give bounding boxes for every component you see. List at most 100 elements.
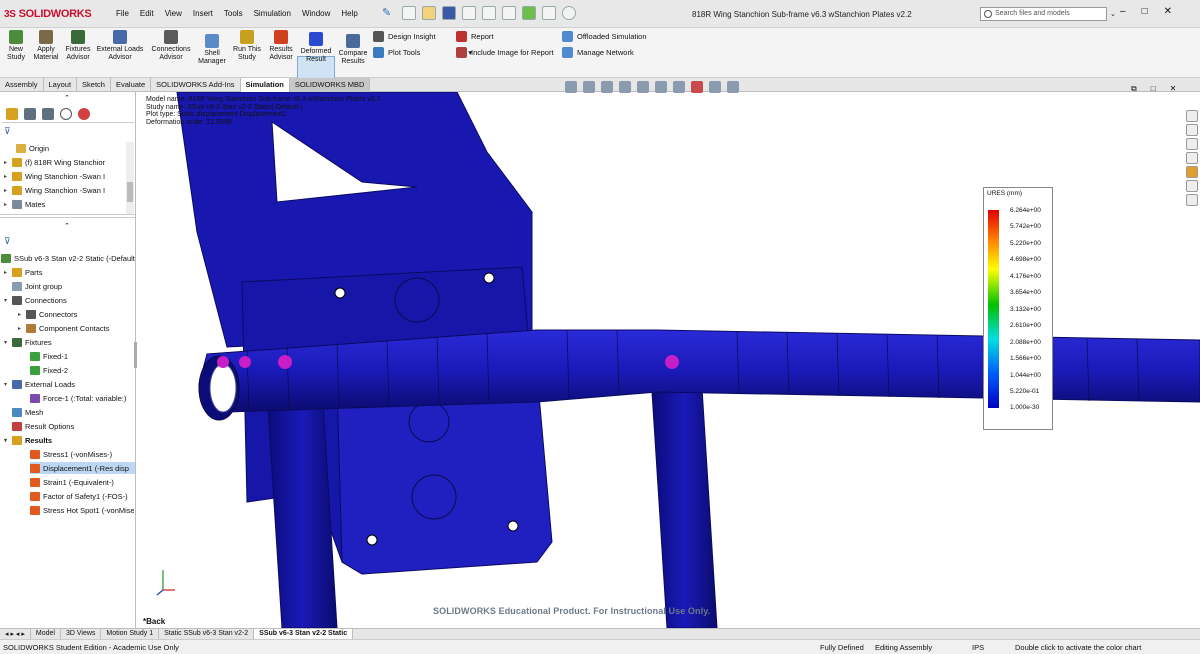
tab-solidworks-add-ins[interactable]: SOLIDWORKS Add-Ins <box>151 78 241 92</box>
property-manager-tab-icon[interactable] <box>24 108 36 120</box>
include-image-button[interactable]: Include Image for Report <box>456 47 554 58</box>
tab-solidworks-mbd[interactable]: SOLIDWORKS MBD <box>289 78 371 92</box>
close-icon[interactable]: ✕ <box>1164 6 1172 17</box>
study-panel-collapse-icon[interactable]: ⌃ <box>64 222 70 230</box>
maximize-icon[interactable]: □ <box>1142 6 1148 17</box>
minimize-icon[interactable]: – <box>1120 6 1126 17</box>
manage-network-button[interactable]: Manage Network <box>562 47 634 58</box>
menu-tools[interactable]: Tools <box>224 9 243 18</box>
study-item-component-contacts[interactable]: ▸ Component Contacts <box>18 322 134 334</box>
configuration-manager-tab-icon[interactable] <box>42 108 54 120</box>
viewport-maximize-icon[interactable]: □ <box>1151 84 1156 94</box>
view-palette-icon[interactable] <box>1185 152 1198 164</box>
design-library-icon[interactable] <box>1185 124 1198 136</box>
study-item-external-loads[interactable]: ▾ External Loads <box>4 378 134 390</box>
tree-item-origin[interactable]: Origin <box>8 142 126 154</box>
study-filter-icon[interactable]: ⊽ <box>4 236 11 247</box>
viewport-close-icon[interactable]: ✕ <box>1170 84 1177 94</box>
menu-view[interactable]: View <box>165 9 182 18</box>
menu-insert[interactable]: Insert <box>193 9 213 18</box>
compare-results-button[interactable]: Compare Results <box>338 34 368 66</box>
run-this-study-button[interactable]: Run This Study <box>231 30 263 62</box>
panel-collapse-icon[interactable]: ⌃ <box>64 94 70 102</box>
filter-icon[interactable]: ⊽ <box>4 126 11 137</box>
menu-file[interactable]: File <box>116 9 129 18</box>
results-advisor-button[interactable]: Results Advisor <box>267 30 295 62</box>
pin-icon[interactable]: ✎ <box>382 6 396 20</box>
report-button[interactable]: Report <box>456 31 494 42</box>
apply-scene-icon[interactable] <box>709 81 721 93</box>
result-displacement1[interactable]: Displacement1 (-Res disp <box>30 462 135 474</box>
tab-simulation[interactable]: Simulation <box>240 78 290 92</box>
select-icon[interactable] <box>502 6 516 20</box>
study-item-results[interactable]: ▾ Results <box>4 434 134 446</box>
study-item-fixed-2[interactable]: Fixed-2 <box>30 364 134 376</box>
zoom-to-fit-icon[interactable] <box>565 81 577 93</box>
solidworks-resources-icon[interactable] <box>1185 110 1198 122</box>
study-item-result-options[interactable]: Result Options <box>12 420 134 432</box>
options-gear-icon[interactable] <box>562 6 576 20</box>
color-chart-legend[interactable]: URES (mm) 6.264e+00 5.742e+00 5.220e+00 … <box>983 187 1053 430</box>
tab-sketch[interactable]: Sketch <box>77 78 111 92</box>
tree-item-assembly-part[interactable]: ▸ (f) 818R Wing Stanchior <box>4 156 126 168</box>
menu-edit[interactable]: Edit <box>140 9 154 18</box>
offloaded-simulation-button[interactable]: Offloaded Simulation <box>562 31 647 42</box>
edit-appearance-icon[interactable] <box>691 81 703 93</box>
panel-splitter[interactable] <box>0 214 135 218</box>
tree-item-mates[interactable]: ▸ Mates <box>4 198 126 210</box>
study-root[interactable]: SSub v6-3 Stan v2-2 Static (-Default <box>1 252 135 264</box>
feature-manager-tab-icon[interactable] <box>6 108 18 120</box>
print-icon[interactable] <box>462 6 476 20</box>
right-vertical-tube[interactable] <box>651 387 718 628</box>
result-strain1[interactable]: Strain1 (-Equivalent-) <box>30 476 134 488</box>
search-dropdown-icon[interactable]: ⌄ <box>1110 10 1116 18</box>
new-study-button[interactable]: New Study <box>5 30 27 62</box>
view-triad[interactable] <box>156 570 175 596</box>
hide-show-items-icon[interactable] <box>673 81 685 93</box>
result-factor-of-safety1[interactable]: Factor of Safety1 (-FOS-) <box>30 490 134 502</box>
shell-manager-button[interactable]: Shell Manager <box>197 34 227 66</box>
study-item-mesh[interactable]: Mesh <box>12 406 134 418</box>
previous-view-icon[interactable] <box>601 81 613 93</box>
study-item-fixtures[interactable]: ▾ Fixtures <box>4 336 134 348</box>
tree-item-wing-stanchion-1[interactable]: ▸ Wing Stanchion -Swan I <box>4 170 126 182</box>
save-icon[interactable] <box>442 6 456 20</box>
new-document-icon[interactable] <box>402 6 416 20</box>
tab-evaluate[interactable]: Evaluate <box>111 78 152 92</box>
status-units[interactable]: IPS <box>972 643 984 652</box>
menu-simulation[interactable]: Simulation <box>254 9 291 18</box>
dimxpert-tab-icon[interactable] <box>60 108 72 120</box>
tab-layout[interactable]: Layout <box>44 78 78 92</box>
study-item-joint-group[interactable]: Joint group <box>12 280 134 292</box>
design-insight-button[interactable]: Design Insight <box>373 31 436 42</box>
study-item-connectors[interactable]: ▸ Connectors <box>18 308 134 320</box>
open-icon[interactable] <box>422 6 436 20</box>
zoom-to-area-icon[interactable] <box>583 81 595 93</box>
solidworks-logo[interactable]: 3S SOLIDWORKS <box>4 5 92 23</box>
view-settings-icon[interactable] <box>727 81 739 93</box>
file-explorer-icon[interactable] <box>1185 138 1198 150</box>
tab-assembly[interactable]: Assembly <box>0 78 44 92</box>
fixtures-advisor-button[interactable]: Fixtures Advisor <box>64 30 92 62</box>
external-loads-advisor-button[interactable]: External Loads Advisor <box>96 30 144 62</box>
file-properties-icon[interactable] <box>542 6 556 20</box>
forum-icon[interactable] <box>1185 194 1198 206</box>
appearances-icon[interactable] <box>1185 166 1198 178</box>
tree-item-wing-stanchion-2[interactable]: ▸ Wing Stanchion -Swan I <box>4 184 126 196</box>
menu-help[interactable]: Help <box>341 9 357 18</box>
study-item-connections[interactable]: ▾ Connections <box>4 294 134 306</box>
undo-icon[interactable] <box>482 6 496 20</box>
view-orientation-icon[interactable] <box>637 81 649 93</box>
search-input[interactable]: Search files and models <box>980 7 1107 21</box>
display-style-icon[interactable] <box>655 81 667 93</box>
menu-window[interactable]: Window <box>302 9 330 18</box>
study-item-fixed-1[interactable]: Fixed-1 <box>30 350 134 362</box>
apply-material-button[interactable]: Apply Material <box>33 30 59 62</box>
display-manager-tab-icon[interactable] <box>78 108 90 120</box>
rebuild-icon[interactable] <box>522 6 536 20</box>
custom-properties-icon[interactable] <box>1185 180 1198 192</box>
study-item-force-1[interactable]: Force-1 (:Total: variable:) <box>30 392 134 404</box>
section-view-icon[interactable] <box>619 81 631 93</box>
result-stress-hot-spot1[interactable]: Stress Hot Spot1 (-vonMise <box>30 504 134 516</box>
result-stress1[interactable]: Stress1 (-vonMises-) <box>30 448 134 460</box>
